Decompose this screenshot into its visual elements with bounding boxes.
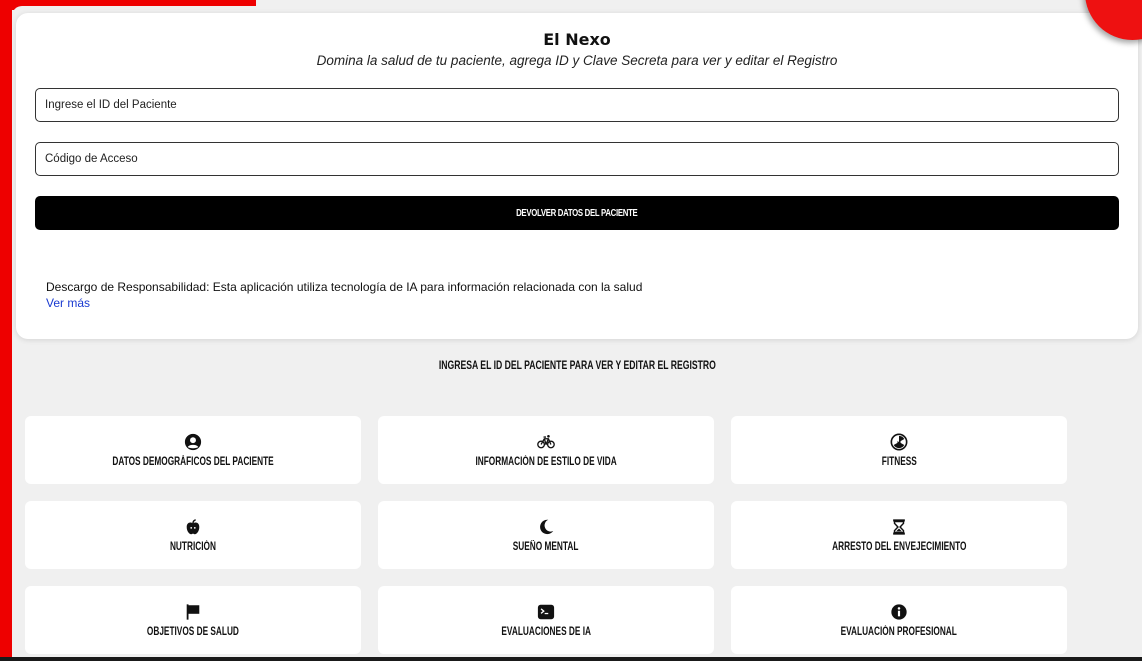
page-subtitle: Domina la salud de tu paciente, agrega I… bbox=[316, 53, 838, 68]
tile-health-goals[interactable]: OBJETIVOS DE SALUD bbox=[25, 586, 361, 654]
user-circle-icon bbox=[184, 433, 202, 450]
bottom-edge bbox=[0, 657, 1142, 661]
tile-ai-evaluations[interactable]: EVALUACIONES DE IA bbox=[378, 586, 714, 654]
page-title: El Nexo bbox=[543, 30, 611, 49]
tile-label: EVALUACIONES DE IA bbox=[501, 625, 591, 638]
return-patient-data-button[interactable]: DEVOLVER DATOS DEL PACIENTE bbox=[35, 196, 1119, 230]
return-patient-data-label: DEVOLVER DATOS DEL PACIENTE bbox=[516, 207, 638, 219]
bicycle-icon bbox=[537, 434, 555, 448]
tile-lifestyle-info[interactable]: INFORMACIÓN DE ESTILO DE VIDA bbox=[378, 416, 714, 484]
tile-nutrition[interactable]: NUTRICIÓN bbox=[25, 501, 361, 569]
app-content: El Nexo Domina la salud de tu paciente, … bbox=[12, 6, 1142, 657]
see-more-link[interactable]: Ver más bbox=[46, 296, 90, 310]
instruction-heading-text: INGRESA EL ID DEL PACIENTE PARA VER Y ED… bbox=[438, 358, 716, 372]
disclaimer-text: Descargo de Responsabilidad: Esta aplica… bbox=[46, 280, 643, 294]
apple-icon bbox=[186, 518, 200, 534]
instruction-heading: INGRESA EL ID DEL PACIENTE PARA VER Y ED… bbox=[12, 358, 1142, 372]
tile-label: DATOS DEMOGRÁFICOS DEL PACIENTE bbox=[112, 455, 274, 468]
tile-label: OBJETIVOS DE SALUD bbox=[146, 625, 240, 638]
moon-icon bbox=[540, 519, 554, 534]
patient-lookup-card: El Nexo Domina la salud de tu paciente, … bbox=[16, 13, 1138, 339]
tile-label: FITNESS bbox=[881, 455, 917, 468]
info-icon bbox=[891, 603, 907, 620]
red-frame-left bbox=[0, 0, 12, 661]
radiation-icon bbox=[890, 433, 908, 450]
patient-id-input[interactable] bbox=[35, 88, 1119, 122]
tile-professional-evaluation[interactable]: EVALUACIÓN PROFESIONAL bbox=[731, 586, 1067, 654]
terminal-icon bbox=[537, 604, 555, 619]
tile-label: ARRESTO DEL ENVEJECIMIENTO bbox=[831, 540, 967, 553]
hourglass-icon bbox=[893, 518, 905, 535]
access-code-input[interactable] bbox=[35, 142, 1119, 176]
tile-fitness[interactable]: FITNESS bbox=[731, 416, 1067, 484]
tile-label: SUEÑO MENTAL bbox=[513, 540, 579, 553]
flag-icon bbox=[186, 603, 200, 620]
tile-label: NUTRICIÓN bbox=[169, 540, 216, 553]
tile-label: INFORMACIÓN DE ESTILO DE VIDA bbox=[475, 455, 617, 468]
tile-label: EVALUACIÓN PROFESIONAL bbox=[840, 625, 958, 638]
tile-mental-sleep[interactable]: SUEÑO MENTAL bbox=[378, 501, 714, 569]
tile-patient-demographics[interactable]: DATOS DEMOGRÁFICOS DEL PACIENTE bbox=[25, 416, 361, 484]
tile-aging-arrest[interactable]: ARRESTO DEL ENVEJECIMIENTO bbox=[731, 501, 1067, 569]
